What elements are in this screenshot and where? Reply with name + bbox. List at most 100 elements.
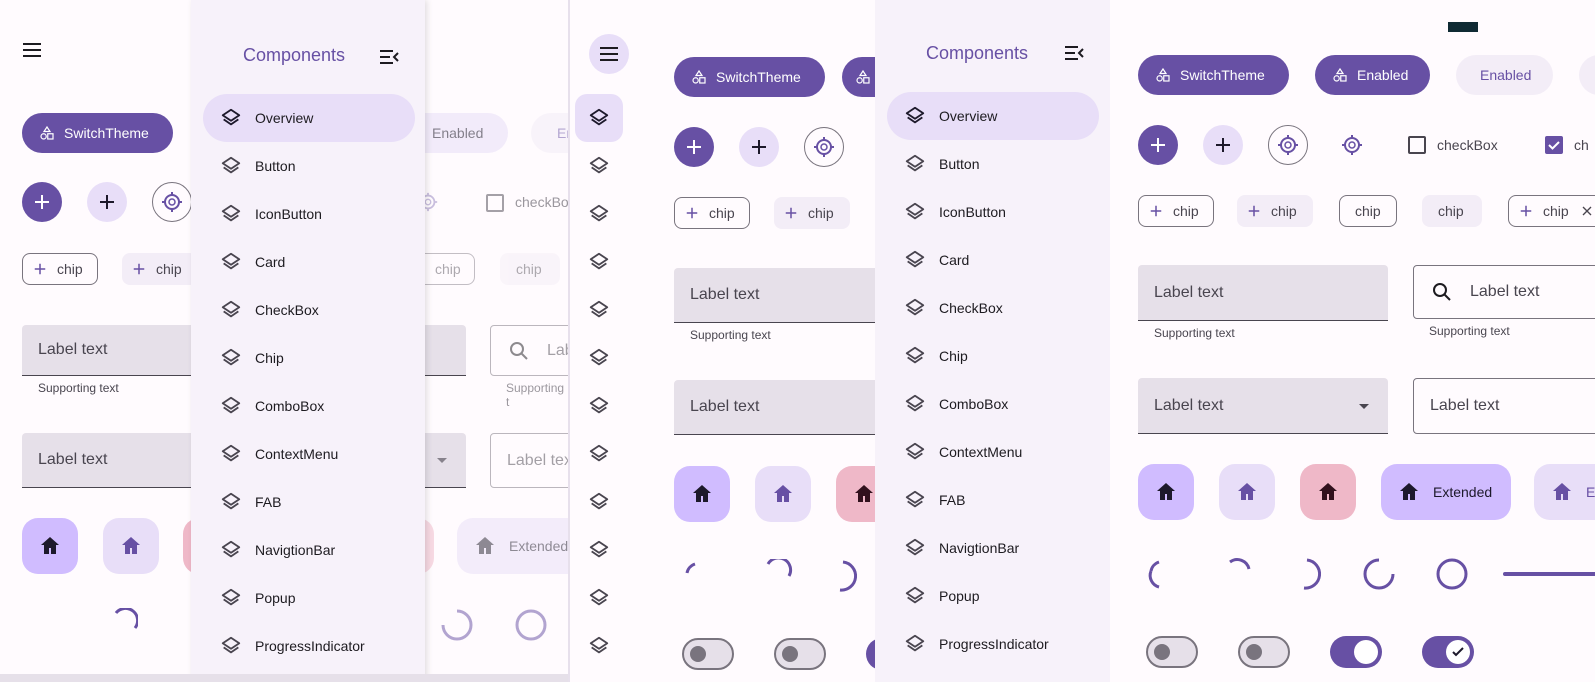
chip-assist-elevated[interactable]: chip	[1237, 195, 1313, 227]
drawer-item-popup[interactable]: Popup	[203, 574, 415, 622]
rail-item-overview[interactable]	[575, 94, 623, 142]
drawer-item-iconbutton[interactable]: IconButton	[887, 188, 1099, 236]
chip-assist[interactable]: chip	[22, 253, 98, 285]
drawer-item-navigtionbar[interactable]: NavigtionBar	[203, 526, 415, 574]
chip-filter[interactable]: chip	[1339, 195, 1397, 227]
drawer-item-contextmenu[interactable]: ContextMenu	[887, 428, 1099, 476]
drawer-item-fab[interactable]: FAB	[887, 476, 1099, 524]
fab-small-primary[interactable]	[22, 182, 62, 222]
switch-on[interactable]	[866, 638, 875, 670]
icon-button-standard[interactable]	[1332, 125, 1372, 165]
rail-item-card[interactable]	[575, 250, 623, 274]
chip-suggestion[interactable]: chip	[1422, 195, 1482, 227]
fab-home-surface[interactable]	[755, 466, 811, 522]
icon-button-outlined[interactable]	[1268, 125, 1308, 165]
switch-off[interactable]	[682, 638, 734, 670]
search-field[interactable]: Label text	[1413, 265, 1595, 319]
drawer-item-iconbutton[interactable]: IconButton	[203, 190, 415, 238]
fab-small-primary[interactable]	[1138, 125, 1178, 165]
rail-item-chip[interactable]	[575, 346, 623, 370]
rail-item-popup[interactable]	[575, 586, 623, 610]
rail-item-fab[interactable]	[575, 490, 623, 514]
rail-item-button[interactable]	[575, 154, 623, 178]
rail-item-iconbutton[interactable]	[575, 202, 623, 226]
switch-theme-button[interactable]: SwitchTheme	[674, 57, 825, 97]
drawer-close-button[interactable]	[377, 45, 401, 69]
rail-item-progressindicator[interactable]	[575, 634, 623, 658]
extended-fab-surface[interactable]: E	[1534, 464, 1595, 520]
chip-assist-elevated[interactable]: chip	[122, 253, 198, 285]
filled-text-field[interactable]: Label text	[674, 268, 875, 323]
fab-small-tonal[interactable]	[87, 182, 127, 222]
drawer-item-progressindicator[interactable]: ProgressIndicator	[203, 622, 415, 670]
chip-assist[interactable]: chip	[674, 197, 750, 229]
drawer-item-checkbox[interactable]: CheckBox	[887, 284, 1099, 332]
drawer-item-fab[interactable]: FAB	[203, 478, 415, 526]
enabled-soft-button[interactable]: Er	[531, 113, 568, 153]
enabled-button[interactable]: Enabled	[1315, 55, 1430, 95]
search-field[interactable]: Lab	[490, 325, 568, 376]
outlined-text-field[interactable]: Label tex	[490, 433, 568, 488]
drawer-item-chip[interactable]: Chip	[203, 334, 415, 382]
next-button-edge[interactable]	[1579, 55, 1595, 95]
filled-text-field[interactable]: Label text	[1138, 265, 1388, 321]
fab-home-surface[interactable]	[103, 518, 159, 574]
drawer-item-card[interactable]: Card	[887, 236, 1099, 284]
outlined-text-field[interactable]: Label text	[1413, 378, 1595, 434]
fab-home-surface[interactable]	[1219, 464, 1275, 520]
dropdown-arrow-icon[interactable]	[1352, 394, 1376, 418]
menu-button[interactable]	[20, 38, 46, 64]
rail-item-contextmenu[interactable]	[575, 442, 623, 466]
checkbox[interactable]	[1408, 136, 1426, 154]
drawer-item-button[interactable]: Button	[203, 142, 415, 190]
close-icon[interactable]	[1579, 203, 1595, 219]
drawer-item-overview[interactable]: Overview	[203, 94, 415, 142]
drawer-item-navigtionbar[interactable]: NavigtionBar	[887, 524, 1099, 572]
chip-assist[interactable]: chip	[1138, 195, 1214, 227]
drawer-item-popup[interactable]: Popup	[887, 572, 1099, 620]
fab-home-primary[interactable]	[22, 518, 78, 574]
chip-suggestion[interactable]: chip	[500, 253, 560, 285]
fab-home-tertiary[interactable]	[836, 466, 875, 522]
combobox-field[interactable]: Label text	[674, 380, 875, 435]
rail-item-checkbox[interactable]	[575, 298, 623, 322]
switch-on-checked[interactable]	[1422, 636, 1474, 668]
rail-item-combobox[interactable]	[575, 394, 623, 418]
drawer-item-button[interactable]: Button	[887, 140, 1099, 188]
switch-off[interactable]	[1146, 636, 1198, 668]
fab-home-tertiary[interactable]	[1300, 464, 1356, 520]
checkbox-checked[interactable]	[1545, 136, 1563, 154]
switch-knob	[1154, 644, 1170, 660]
drawer-item-chip[interactable]: Chip	[887, 332, 1099, 380]
switch-theme-button[interactable]: SwitchTheme	[22, 113, 173, 153]
extended-fab[interactable]: Extended	[457, 518, 568, 574]
enabled-button[interactable]	[842, 57, 875, 97]
fab-small-tonal[interactable]	[739, 127, 779, 167]
drawer-close-button[interactable]	[1062, 41, 1086, 65]
drawer-item-combobox[interactable]: ComboBox	[203, 382, 415, 430]
icon-button-outlined[interactable]	[152, 182, 192, 222]
drawer-item-card[interactable]: Card	[203, 238, 415, 286]
combobox-field[interactable]: Label text	[1138, 378, 1388, 434]
switch-off-alt[interactable]	[774, 638, 826, 670]
enabled-soft-button[interactable]: Enabled	[1456, 55, 1553, 95]
drawer-item-checkbox[interactable]: CheckBox	[203, 286, 415, 334]
switch-off-alt[interactable]	[1238, 636, 1290, 668]
drawer-item-contextmenu[interactable]: ContextMenu	[203, 430, 415, 478]
extended-fab[interactable]: Extended	[1381, 464, 1511, 520]
switch-theme-button[interactable]: SwitchTheme	[1138, 55, 1289, 95]
fab-home-primary[interactable]	[674, 466, 730, 522]
rail-menu-button[interactable]	[589, 34, 629, 74]
fab-home-primary[interactable]	[1138, 464, 1194, 520]
drawer-item-progressindicator[interactable]: ProgressIndicator	[887, 620, 1099, 668]
switch-on[interactable]	[1330, 636, 1382, 668]
rail-item-navigtionbar[interactable]	[575, 538, 623, 562]
drawer-item-overview[interactable]: Overview	[887, 92, 1099, 140]
icon-button-outlined[interactable]	[804, 127, 844, 167]
drawer-item-combobox[interactable]: ComboBox	[887, 380, 1099, 428]
checkbox[interactable]	[486, 194, 504, 212]
fab-small-primary[interactable]	[674, 127, 714, 167]
fab-small-tonal[interactable]	[1203, 125, 1243, 165]
chip-assist-elevated[interactable]: chip	[774, 197, 850, 229]
chip-input[interactable]: chip	[1508, 195, 1595, 227]
